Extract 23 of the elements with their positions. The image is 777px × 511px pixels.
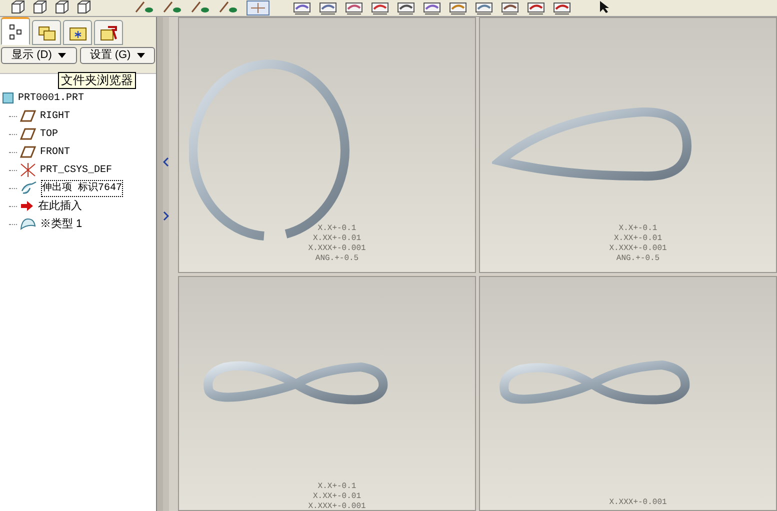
dropdown-button[interactable]: 设置 (G): [80, 47, 155, 64]
tolerance-note: X.XX+-0.01: [312, 492, 361, 502]
tooltip: 文件夹浏览器: [58, 72, 136, 89]
tree-item[interactable]: 伸出项 标识7647: [41, 180, 124, 196]
tolerance-note: X.XXX+-0.001: [308, 502, 366, 510]
tolerance-note: X.XXX+-0.001: [609, 244, 667, 254]
tree-item[interactable]: TOP: [39, 126, 60, 142]
tree-item[interactable]: FRONT: [39, 144, 72, 160]
tolerance-note: X.XX+-0.01: [312, 234, 361, 244]
tolerance-note: ANG.+-0.5: [616, 254, 660, 264]
tolerance-note: X.X+-0.1: [318, 224, 356, 234]
tree-item[interactable]: RIGHT: [39, 108, 72, 124]
tolerance-note: X.XXX+-0.001: [308, 244, 366, 254]
tolerance-note: X.XXX+-0.001: [609, 498, 667, 508]
tolerance-note: X.X+-0.1: [618, 224, 658, 234]
tree-item[interactable]: PRT_CSYS_DEF: [39, 162, 114, 178]
tree-item[interactable]: PRT0001.PRT: [18, 90, 84, 106]
tree-item[interactable]: 在此插入: [37, 196, 83, 216]
tree-item[interactable]: ※类型 1: [39, 214, 84, 234]
tolerance-note: ANG.+-0.5: [315, 254, 359, 264]
tolerance-note: X.X+-0.1: [318, 482, 356, 492]
tolerance-note: X.XX+-0.01: [614, 234, 662, 244]
dropdown-button[interactable]: 显示 (D): [1, 47, 76, 64]
